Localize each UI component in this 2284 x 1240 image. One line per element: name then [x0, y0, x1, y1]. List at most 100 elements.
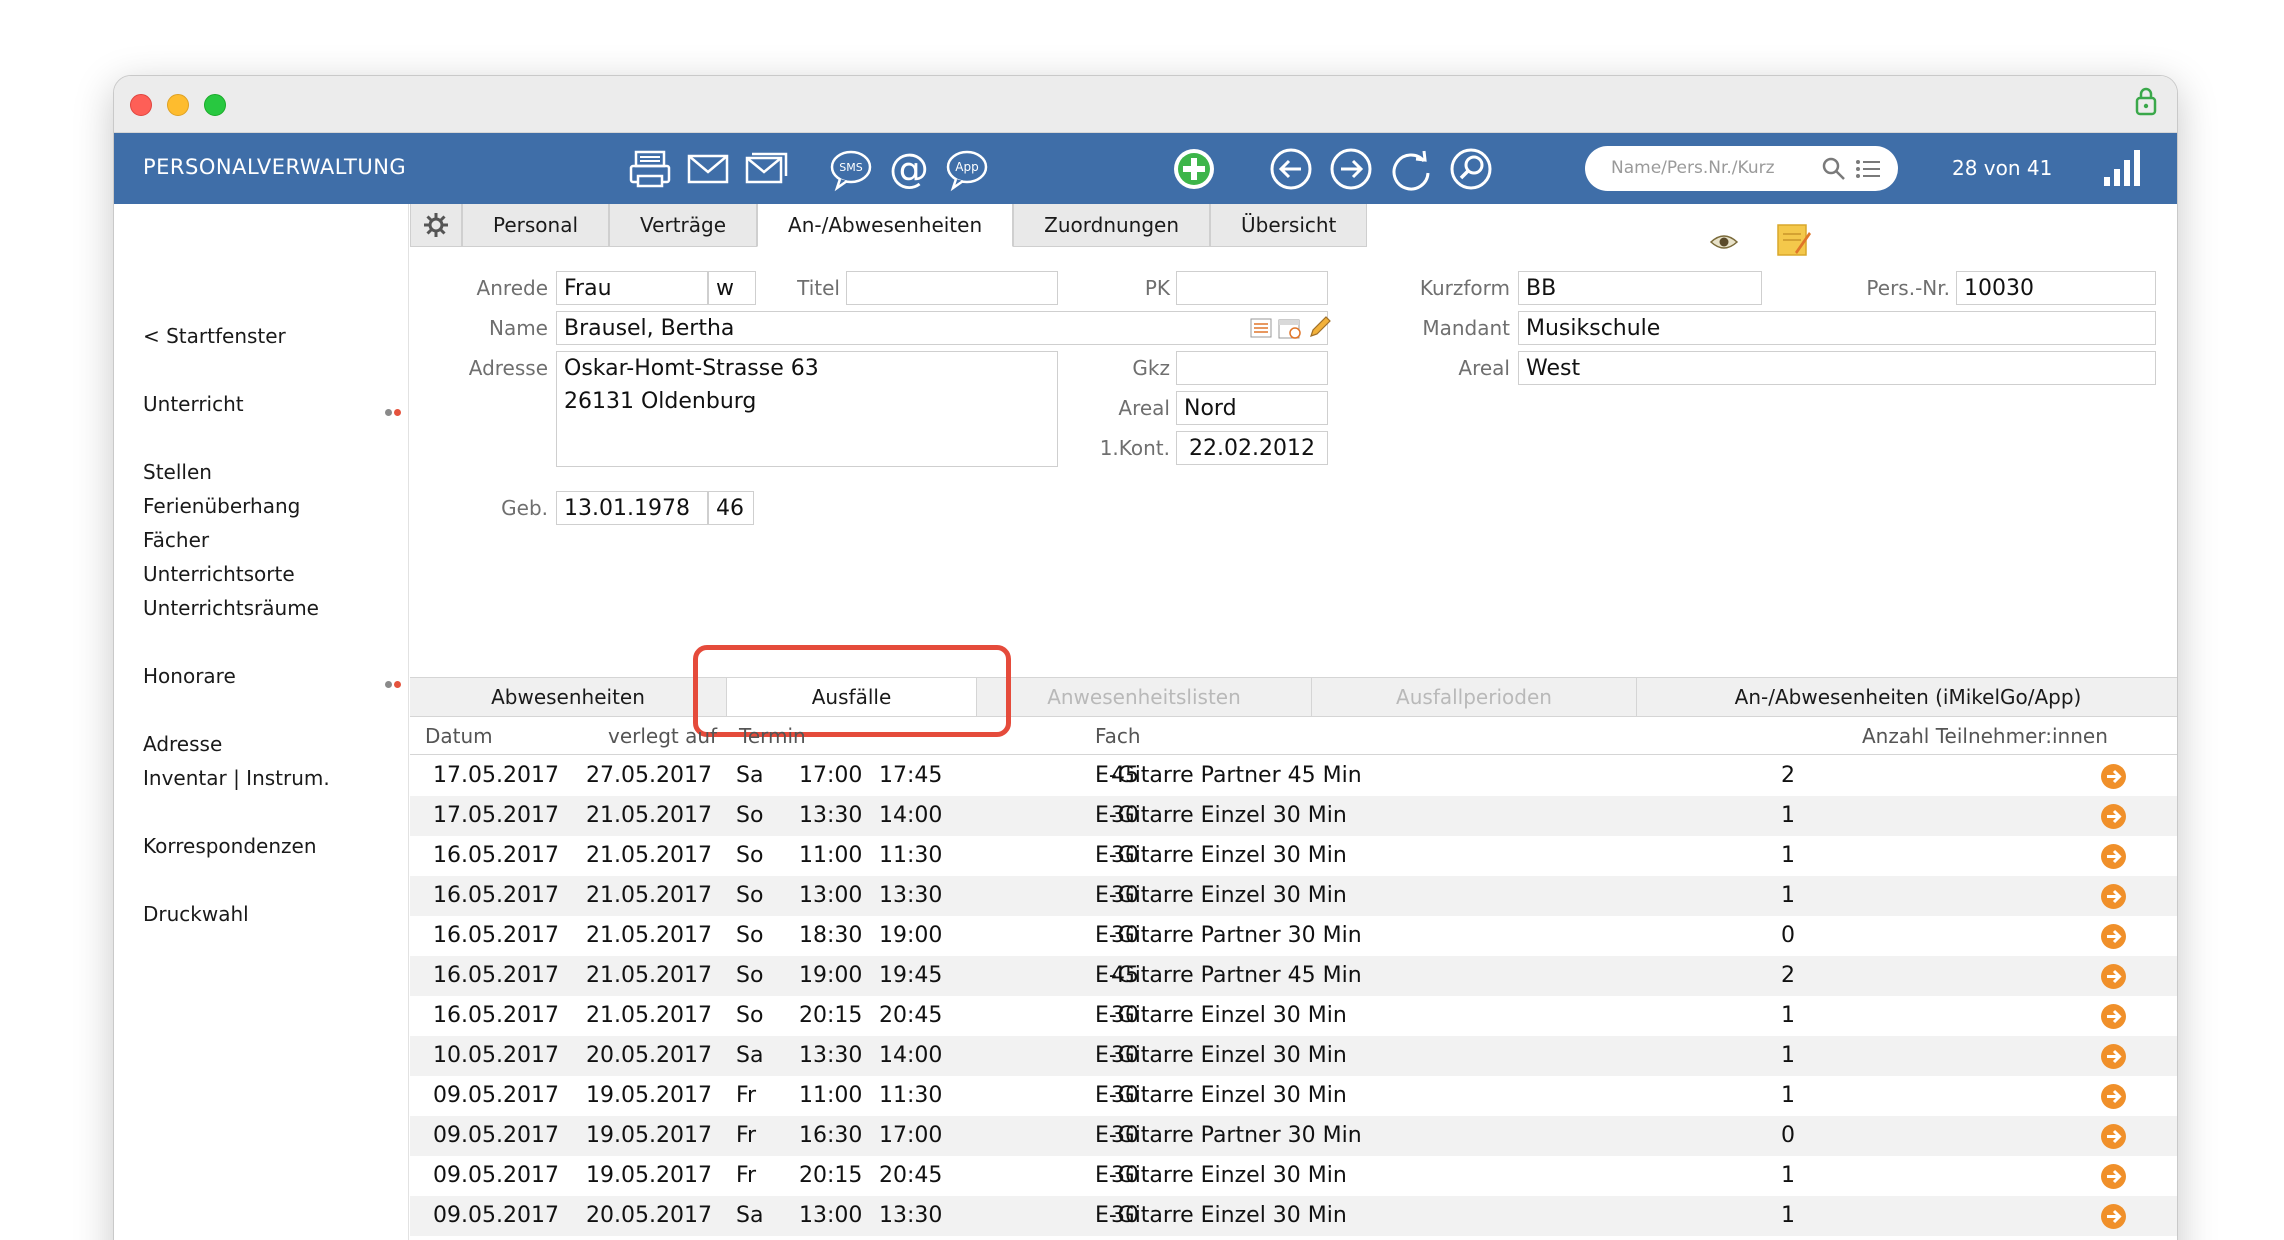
- col-datum[interactable]: Datum: [425, 724, 493, 748]
- go-arrow-icon[interactable]: [2100, 963, 2127, 990]
- sidebar-item-unterrichtsraeume[interactable]: Unterrichtsräume: [143, 596, 319, 620]
- search-input[interactable]: [1611, 154, 1821, 182]
- table-row[interactable]: 16.05.2017 21.05.2017 So 18:30 19:00 30 E-Gita…: [410, 916, 2177, 956]
- table-row[interactable]: 17.05.2017 27.05.2017 Sa 17:00 17:45 45 E-Gita…: [410, 756, 2177, 796]
- col-termin[interactable]: Termin: [739, 724, 806, 748]
- persnr-field[interactable]: 10030: [1956, 271, 2156, 305]
- gkz-field[interactable]: [1176, 351, 1328, 385]
- cell-fach: E-Gitarre Einzel 30 Min: [1095, 1163, 1347, 1188]
- table-row[interactable]: 16.05.2017 21.05.2017 So 19:00 19:45 45 E-Gita…: [410, 956, 2177, 996]
- tab-zuordnungen[interactable]: Zuordnungen: [1013, 204, 1211, 247]
- quick-search[interactable]: [1585, 146, 1898, 191]
- table-row[interactable]: 16.05.2017 21.05.2017 So 13:00 13:30 30 E-Gita…: [410, 876, 2177, 916]
- search-icon[interactable]: [1447, 146, 1495, 192]
- go-arrow-icon[interactable]: [2100, 923, 2127, 950]
- go-arrow-icon[interactable]: [2100, 1123, 2127, 1150]
- geb-label: Geb.: [501, 496, 548, 520]
- go-arrow-icon[interactable]: [2100, 1203, 2127, 1230]
- kont-field[interactable]: 22.02.2012: [1176, 431, 1328, 465]
- tab-personal[interactable]: Personal: [462, 204, 610, 247]
- go-arrow-icon[interactable]: [2100, 1163, 2127, 1190]
- settings-gear-icon[interactable]: [410, 204, 462, 247]
- go-arrow-icon[interactable]: [2100, 1043, 2127, 1070]
- magnifier-icon[interactable]: [1821, 156, 1847, 182]
- go-arrow-icon[interactable]: [2100, 883, 2127, 910]
- cell-bis: 11:30: [879, 843, 943, 868]
- eye-icon[interactable]: [1710, 232, 1738, 252]
- sidebar-item-druckwahl[interactable]: Druckwahl: [143, 902, 249, 926]
- table-row[interactable]: 17.05.2017 21.05.2017 So 13:30 14:00 30 E-Gita…: [410, 796, 2177, 836]
- sidebar-item-faecher[interactable]: Fächer: [143, 528, 209, 552]
- subtab-imikelgo[interactable]: An-/Abwesenheiten (iMikelGo/App): [1637, 678, 2177, 716]
- zoom-window-button[interactable]: [204, 94, 226, 116]
- app-icon[interactable]: App: [943, 146, 991, 192]
- cell-anzahl: 1: [1781, 1043, 1795, 1068]
- cell-bis: 17:45: [879, 763, 943, 788]
- signal-bars-icon[interactable]: [2102, 147, 2142, 187]
- subtab-anwesenheitslisten[interactable]: Anwesenheitslisten: [977, 678, 1312, 716]
- adresse-field[interactable]: Oskar-Homt-Strasse 63 26131 Oldenburg: [556, 351, 1058, 467]
- table-row[interactable]: 09.05.201720.05.2017Sa18:3019:1545E-Gita…: [410, 1236, 2177, 1240]
- subtab-abwesenheiten[interactable]: Abwesenheiten: [410, 678, 727, 716]
- geb-field[interactable]: 13.01.1978: [556, 491, 708, 525]
- cell-tag: Sa: [736, 1043, 764, 1068]
- mandant-field[interactable]: Musikschule: [1518, 311, 2156, 345]
- name-field[interactable]: Brausel, Bertha: [556, 311, 1328, 345]
- col-verlegt[interactable]: verlegt auf: [608, 724, 717, 748]
- table-row[interactable]: 16.05.2017 21.05.2017 So 11:00 11:30 30 E-Gita…: [410, 836, 2177, 876]
- cell-bis: 20:45: [879, 1003, 943, 1028]
- geschlecht-field[interactable]: w: [708, 271, 756, 305]
- pk-field[interactable]: [1176, 271, 1328, 305]
- list-detail-icon[interactable]: [1250, 318, 1272, 338]
- sidebar-item-unterricht[interactable]: Unterricht: [143, 392, 244, 416]
- table-row[interactable]: 10.05.2017 20.05.2017 Sa 13:30 14:00 30 E-Gita…: [410, 1036, 2177, 1076]
- tab-uebersicht[interactable]: Übersicht: [1210, 204, 1368, 247]
- mail-multiple-icon[interactable]: [742, 146, 790, 192]
- sidebar-item-ferienueberhang[interactable]: Ferienüberhang: [143, 494, 300, 518]
- go-arrow-icon[interactable]: [2100, 1003, 2127, 1030]
- sidebar-item-korrespondenzen[interactable]: Korrespondenzen: [143, 834, 317, 858]
- go-arrow-icon[interactable]: [2100, 843, 2127, 870]
- go-arrow-icon[interactable]: [2100, 1083, 2127, 1110]
- list-icon[interactable]: [1855, 157, 1881, 181]
- table-row[interactable]: 16.05.2017 21.05.2017 So 20:15 20:45 30 E-Gita…: [410, 996, 2177, 1036]
- kurzform-field[interactable]: BB: [1518, 271, 1762, 305]
- sidebar-item-unterrichtsorte[interactable]: Unterrichtsorte: [143, 562, 295, 586]
- printer-icon[interactable]: [626, 146, 674, 192]
- anrede-field[interactable]: Frau: [556, 271, 708, 305]
- go-arrow-icon[interactable]: [2100, 803, 2127, 830]
- calendar-icon[interactable]: [1278, 317, 1302, 339]
- subtab-ausfaelle[interactable]: Ausfälle: [727, 678, 977, 716]
- table-row[interactable]: 09.05.2017 19.05.2017 Fr 11:00 11:30 30 E-Gita…: [410, 1076, 2177, 1116]
- sms-icon[interactable]: SMS: [827, 146, 875, 192]
- add-icon[interactable]: [1170, 146, 1218, 192]
- tab-anabwesenheiten[interactable]: An-/Abwesenheiten: [757, 204, 1014, 247]
- close-window-button[interactable]: [130, 94, 152, 116]
- cell-bis: 13:30: [879, 883, 943, 908]
- col-teilnehmer[interactable]: Anzahl Teilnehmer:innen: [1862, 724, 2108, 748]
- sidebar-item-honorare[interactable]: Honorare: [143, 664, 236, 688]
- col-fach[interactable]: Fach: [1095, 724, 1141, 748]
- subtab-ausfallperioden[interactable]: Ausfallperioden: [1312, 678, 1637, 716]
- sidebar-item-stellen[interactable]: Stellen: [143, 460, 212, 484]
- table-row[interactable]: 09.05.2017 20.05.2017 Sa 13:00 13:30 30 E-Gita…: [410, 1196, 2177, 1236]
- sidebar-item-inventar[interactable]: Inventar | Instrum.: [143, 766, 330, 790]
- pencil-icon[interactable]: [1308, 315, 1332, 339]
- cell-datum: 16.05.2017: [433, 843, 559, 868]
- tab-vertraege[interactable]: Verträge: [609, 204, 758, 247]
- areal2-field[interactable]: West: [1518, 351, 2156, 385]
- minimize-window-button[interactable]: [167, 94, 189, 116]
- sidebar-item-adresse[interactable]: Adresse: [143, 732, 222, 756]
- titel-field[interactable]: [846, 271, 1058, 305]
- mail-icon[interactable]: [684, 146, 732, 192]
- forward-icon[interactable]: [1327, 146, 1375, 192]
- table-row[interactable]: 09.05.2017 19.05.2017 Fr 16:30 17:00 30 E-Gita…: [410, 1116, 2177, 1156]
- note-icon[interactable]: [1775, 222, 1811, 258]
- at-icon[interactable]: @: [885, 146, 933, 192]
- sidebar-item-startfenster[interactable]: < Startfenster: [143, 324, 286, 348]
- table-row[interactable]: 09.05.2017 19.05.2017 Fr 20:15 20:45 30 E-Gita…: [410, 1156, 2177, 1196]
- areal-field[interactable]: Nord: [1176, 391, 1328, 425]
- back-icon[interactable]: [1267, 146, 1315, 192]
- refresh-icon[interactable]: [1387, 146, 1435, 192]
- go-arrow-icon[interactable]: [2100, 763, 2127, 790]
